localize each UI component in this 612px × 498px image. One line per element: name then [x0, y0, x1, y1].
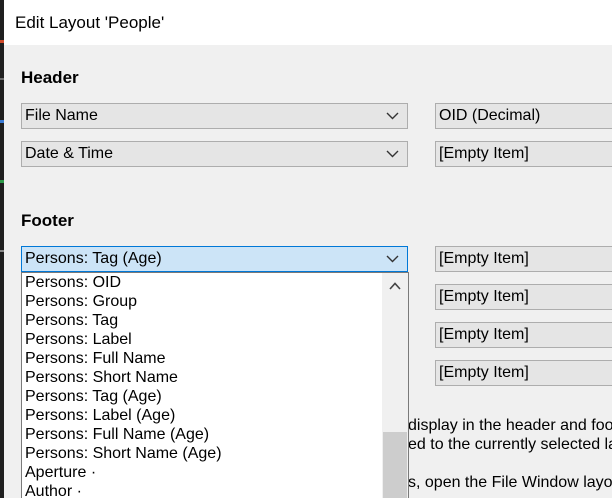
dropdown-option[interactable]: Author ·: [22, 482, 408, 498]
scrollbar-thumb[interactable]: [383, 432, 407, 498]
header-section-label: Header: [21, 68, 79, 87]
info-text-line-1: display in the header and foot: [408, 417, 612, 434]
edge-mark: [0, 120, 4, 123]
footer-section-label: Footer: [21, 211, 74, 230]
dropdown-option[interactable]: Persons: Tag: [22, 311, 408, 330]
chevron-down-icon: [386, 150, 399, 158]
combo-value: OID (Decimal): [439, 107, 541, 124]
dropdown-option[interactable]: Persons: Label (Age): [22, 406, 408, 425]
header-left-combo-1[interactable]: File Name: [21, 103, 408, 129]
header-left-combo-2[interactable]: Date & Time: [21, 141, 408, 167]
combo-value: [Empty Item]: [439, 364, 529, 381]
header-right-combo-1[interactable]: OID (Decimal): [435, 103, 612, 129]
chevron-down-icon: [386, 255, 399, 263]
combo-value: File Name: [25, 107, 98, 124]
footer-left-combo-1[interactable]: Persons: Tag (Age): [21, 246, 408, 272]
edge-mark: [0, 180, 4, 183]
edge-mark: [0, 250, 4, 252]
footer-right-combo-3[interactable]: [Empty Item]: [435, 322, 612, 348]
footer-right-combo-1[interactable]: [Empty Item]: [435, 246, 612, 272]
combo-value: [Empty Item]: [439, 326, 529, 343]
scroll-up-button[interactable]: [382, 273, 408, 299]
info-text-line-3: s, open the File Window layou: [408, 474, 612, 491]
info-text-line-2: ed to the currently selected la: [408, 436, 612, 453]
footer-dropdown-list[interactable]: Persons: OID Persons: Group Persons: Tag…: [21, 272, 409, 498]
dropdown-option[interactable]: Persons: Full Name: [22, 349, 408, 368]
combo-value: Date & Time: [25, 145, 114, 162]
dropdown-option[interactable]: Persons: OID: [22, 273, 408, 292]
dropdown-option[interactable]: Aperture ·: [22, 463, 408, 482]
edge-mark: [0, 78, 4, 80]
dropdown-option[interactable]: Persons: Tag (Age): [22, 387, 408, 406]
footer-right-combo-4[interactable]: [Empty Item]: [435, 360, 612, 386]
dropdown-scrollbar[interactable]: [382, 273, 408, 498]
left-edge-strip: [0, 0, 4, 498]
dropdown-option[interactable]: Persons: Full Name (Age): [22, 425, 408, 444]
dropdown-option[interactable]: Persons: Short Name: [22, 368, 408, 387]
dropdown-option[interactable]: Persons: Short Name (Age): [22, 444, 408, 463]
window-title: Edit Layout 'People': [15, 13, 165, 32]
dropdown-option[interactable]: Persons: Label: [22, 330, 408, 349]
combo-value: Persons: Tag (Age): [25, 250, 162, 267]
combo-value: [Empty Item]: [439, 145, 529, 162]
dropdown-option[interactable]: Persons: Group: [22, 292, 408, 311]
chevron-down-icon: [386, 112, 399, 120]
footer-right-combo-2[interactable]: [Empty Item]: [435, 284, 612, 310]
combo-value: [Empty Item]: [439, 250, 529, 267]
combo-value: [Empty Item]: [439, 288, 529, 305]
chevron-up-icon: [389, 282, 401, 290]
header-right-combo-2[interactable]: [Empty Item]: [435, 141, 612, 167]
title-bar[interactable]: Edit Layout 'People': [4, 0, 612, 45]
